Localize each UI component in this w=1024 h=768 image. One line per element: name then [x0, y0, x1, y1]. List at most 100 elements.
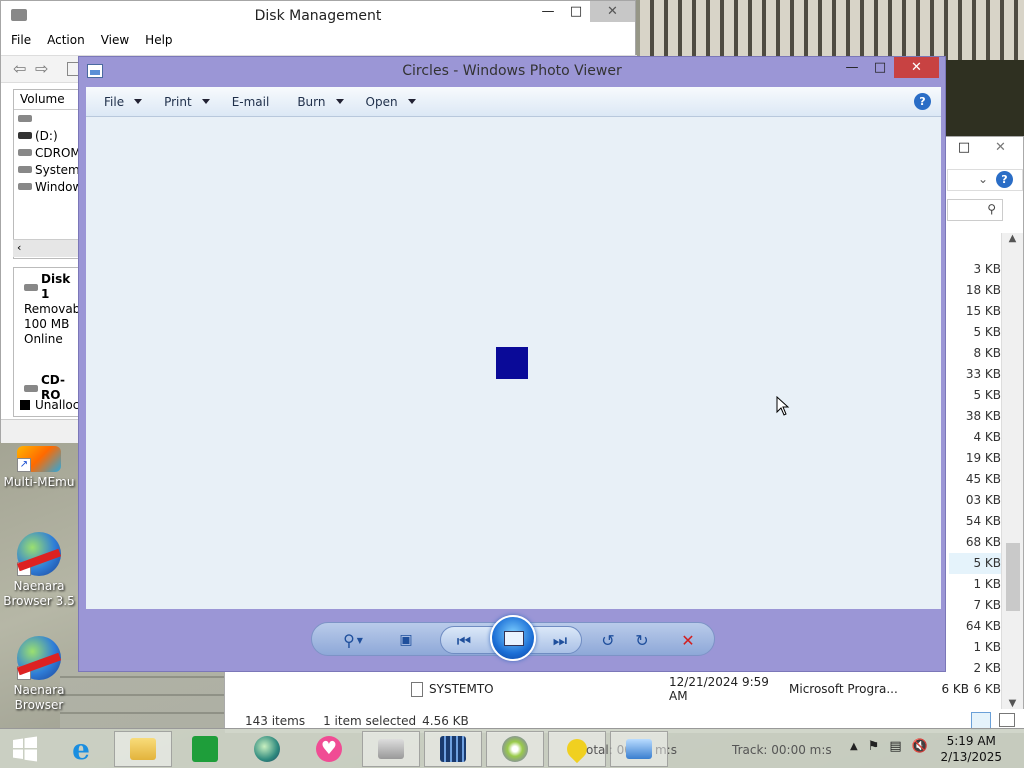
menu-view[interactable]: View — [101, 33, 129, 47]
explorer-maximize-button[interactable]: □ — [950, 137, 978, 158]
taskbar-calculator[interactable] — [424, 731, 482, 767]
dm-menu-bar: File Action View Help — [11, 33, 173, 47]
large-icons-view-icon[interactable] — [999, 713, 1015, 727]
dm-titlebar: Disk Management — □ ✕ — [1, 1, 635, 31]
taskbar-clock[interactable]: 5:19 AM 2/13/2025 — [940, 733, 1002, 765]
next-icon[interactable]: ⏭ — [545, 628, 575, 654]
taskbar-photo-viewer[interactable] — [610, 731, 668, 767]
scroll-down-icon[interactable]: ▼ — [1002, 698, 1023, 709]
file-size-cell: 5 KB — [973, 388, 1001, 402]
menu-burn[interactable]: Burn — [297, 95, 344, 109]
explorer-address-bar[interactable]: ⌄ ? — [947, 169, 1023, 191]
file-size-cell: 1 KB — [973, 640, 1001, 654]
menu-email[interactable]: E-mail — [232, 95, 270, 109]
start-button[interactable] — [0, 731, 50, 767]
windows-logo-icon — [13, 736, 37, 762]
dm-maximize-button[interactable]: □ — [562, 1, 590, 22]
previous-icon[interactable]: ⏮ — [449, 628, 479, 654]
file-row[interactable]: SYSTEMTO 12/21/2024 9:59 AM Microsoft Pr… — [411, 675, 971, 703]
photo-viewer-window: Circles - Windows Photo Viewer — □ ✕ Fil… — [78, 56, 946, 672]
disk-size: 100 MB — [24, 317, 70, 331]
menu-help[interactable]: Help — [145, 33, 172, 47]
volume-row[interactable]: System I — [14, 161, 80, 178]
volume-row[interactable]: Window — [14, 178, 80, 195]
file-size-cell: 45 KB — [965, 472, 1001, 486]
disk-map: Disk 1 Removabl 100 MB Online CD-RO Unal… — [13, 267, 87, 417]
image-canvas[interactable] — [86, 117, 941, 609]
size-column: 3 KB 18 KB 15 KB 5 KB 8 KB 33 KB 5 KB 38 KB 4 KB… — [949, 259, 1001, 700]
menu-print[interactable]: Print — [164, 95, 210, 109]
pv-maximize-button[interactable]: □ — [866, 57, 894, 78]
volume-list-hscrollbar[interactable]: ‹ — [13, 239, 81, 257]
scroll-up-icon[interactable]: ▲ — [1002, 233, 1023, 244]
file-size-cell: 5 KB — [973, 325, 1001, 339]
file-size-cell: 5 KB — [949, 553, 1001, 574]
viewer-control-bar: ⚲ ▼ ▣ ⏮ ⏭ ↺ ↻ ✕ — [311, 615, 715, 661]
system-tray: ▲ ⚑ ▤ 🔇 — [850, 739, 928, 754]
globe-icon — [254, 736, 280, 762]
shortcut-arrow-icon: ↗ — [17, 562, 31, 576]
rotate-ccw-icon[interactable]: ↺ — [596, 627, 620, 653]
help-icon[interactable]: ? — [996, 171, 1013, 188]
flag-icon[interactable]: ⚑ — [868, 739, 880, 754]
network-icon[interactable]: ▤ — [889, 739, 901, 754]
desktop-icon-naenara-35[interactable]: ↗ Naenara Browser 3.5 — [0, 532, 78, 609]
file-size-cell: 4 KB — [973, 430, 1001, 444]
dm-close-button[interactable]: ✕ — [590, 1, 635, 22]
dm-minimize-button[interactable]: — — [534, 1, 562, 22]
internet-explorer-icon: e — [72, 732, 90, 766]
taskbar-store[interactable] — [176, 731, 234, 767]
slideshow-icon[interactable] — [490, 615, 536, 661]
pv-minimize-button[interactable]: — — [838, 57, 866, 78]
store-icon — [192, 736, 218, 762]
explorer-close-button[interactable]: ✕ — [978, 137, 1023, 158]
file-size: 6 KB — [941, 682, 969, 696]
zoom-icon[interactable]: ⚲ ▼ — [336, 627, 370, 653]
explorer-search-box[interactable]: ⚲ — [947, 199, 1003, 221]
volume-muted-icon[interactable]: 🔇 — [912, 739, 928, 754]
show-hidden-icons-icon[interactable]: ▲ — [850, 741, 858, 754]
legend-swatch — [20, 400, 30, 410]
chevron-down-icon — [134, 99, 143, 104]
heart-icon: ♥ — [316, 736, 342, 762]
chevron-down-icon[interactable]: ⌄ — [978, 172, 988, 186]
taskbar-file-explorer[interactable] — [114, 731, 172, 767]
chevron-down-icon — [335, 99, 344, 104]
unallocated-legend: Unalloca — [20, 398, 87, 412]
desktop-icon-multi-memu[interactable]: ↗ Multi-MEmu — [0, 446, 78, 490]
rotate-cw-icon[interactable]: ↻ — [630, 627, 654, 653]
taskbar-internet-explorer[interactable]: e — [52, 731, 110, 767]
menu-open[interactable]: Open — [366, 95, 416, 109]
desktop-icon-naenara[interactable]: ↗ Naenara Browser — [0, 636, 78, 713]
explorer-scrollbar[interactable]: ▲ ▼ — [1001, 233, 1023, 709]
cd-drive-icon — [24, 384, 38, 392]
delete-icon[interactable]: ✕ — [676, 627, 700, 653]
forward-arrow-icon[interactable]: ⇨ — [35, 59, 48, 78]
scroll-left-icon[interactable]: ‹ — [17, 241, 21, 254]
volume-row[interactable] — [14, 110, 80, 127]
file-type: Microsoft Progra... — [789, 682, 898, 696]
actual-size-icon[interactable]: ▣ — [392, 627, 420, 653]
file-size-cell: 3 KB — [973, 262, 1001, 276]
window-title: Circles - Windows Photo Viewer — [402, 63, 622, 79]
volume-row[interactable]: (D:) — [14, 127, 80, 144]
menu-file[interactable]: File — [11, 33, 31, 47]
taskbar-media-player[interactable] — [486, 731, 544, 767]
pv-close-button[interactable]: ✕ — [894, 57, 939, 78]
taskbar-disk-management[interactable] — [362, 731, 420, 767]
media-track-time: Track: 00:00 m:s — [732, 743, 832, 757]
displayed-image — [496, 347, 528, 379]
volume-column-header[interactable]: Volume — [14, 90, 80, 110]
disk-1-block[interactable]: Disk 1 Removabl 100 MB Online — [14, 268, 84, 347]
taskbar-heart-app[interactable]: ♥ — [300, 731, 358, 767]
file-size-cell: 64 KB — [965, 619, 1001, 633]
file-name: SYSTEMTO — [429, 682, 494, 696]
volume-row[interactable]: CDROM — [14, 144, 80, 161]
menu-action[interactable]: Action — [47, 33, 85, 47]
back-arrow-icon[interactable]: ⇦ — [13, 59, 26, 78]
taskbar-globe-app[interactable] — [238, 731, 296, 767]
menu-file[interactable]: File — [104, 95, 143, 109]
photo-viewer-menu-bar: File Print E-mail Burn Open ? — [86, 87, 941, 117]
explorer-scroll-thumb[interactable] — [1006, 543, 1020, 611]
help-icon[interactable]: ? — [914, 93, 931, 110]
